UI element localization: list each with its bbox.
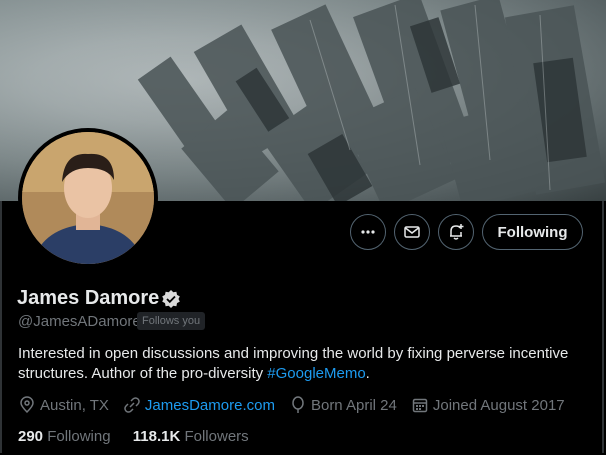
message-button[interactable] — [394, 214, 430, 250]
avatar-photo — [22, 132, 154, 264]
joined-item: Joined August 2017 — [411, 396, 565, 414]
verified-badge-icon[interactable] — [161, 289, 181, 309]
followers-count: 118.1K — [132, 428, 181, 445]
profile-bio: Interested in open discussions and impro… — [18, 344, 578, 384]
link-icon — [124, 397, 140, 413]
more-button[interactable] — [350, 214, 386, 250]
joined-text: Joined August 2017 — [432, 396, 565, 414]
balloon-icon — [292, 396, 304, 413]
profile-avatar[interactable] — [18, 128, 158, 268]
profile-meta: Austin, TX JamesDamore.com Born April 24… — [18, 396, 579, 414]
location-item: Austin, TX — [18, 396, 109, 414]
notify-button[interactable] — [438, 214, 474, 250]
birthday-text: Born April 24 — [310, 396, 397, 414]
more-icon — [361, 230, 375, 234]
followers-label: Followers — [184, 428, 249, 445]
location-pin-icon — [20, 396, 34, 414]
profile-handle: @JamesADamore — [18, 313, 141, 330]
bell-plus-icon — [450, 224, 464, 240]
following-button[interactable]: Following — [482, 214, 583, 250]
follows-you-badge: Follows you — [137, 312, 206, 330]
website-item: JamesDamore.com — [123, 396, 275, 414]
following-count-link[interactable]: 290 Following — [18, 428, 111, 445]
birthday-item: Born April 24 — [289, 396, 397, 414]
followers-count-link[interactable]: 118.1K Followers — [133, 428, 249, 445]
envelope-icon — [404, 226, 420, 238]
bio-hashtag-link[interactable]: #GoogleMemo — [267, 365, 365, 382]
following-count: 290 — [18, 428, 44, 445]
calendar-icon — [412, 398, 428, 413]
bio-end: . — [365, 365, 370, 382]
follow-counts: 290 Following 118.1K Followers — [18, 428, 267, 445]
following-label: Following — [47, 428, 111, 445]
location-text: Austin, TX — [40, 396, 109, 414]
profile-name: James Damore — [17, 287, 160, 309]
website-link[interactable]: JamesDamore.com — [145, 397, 275, 414]
